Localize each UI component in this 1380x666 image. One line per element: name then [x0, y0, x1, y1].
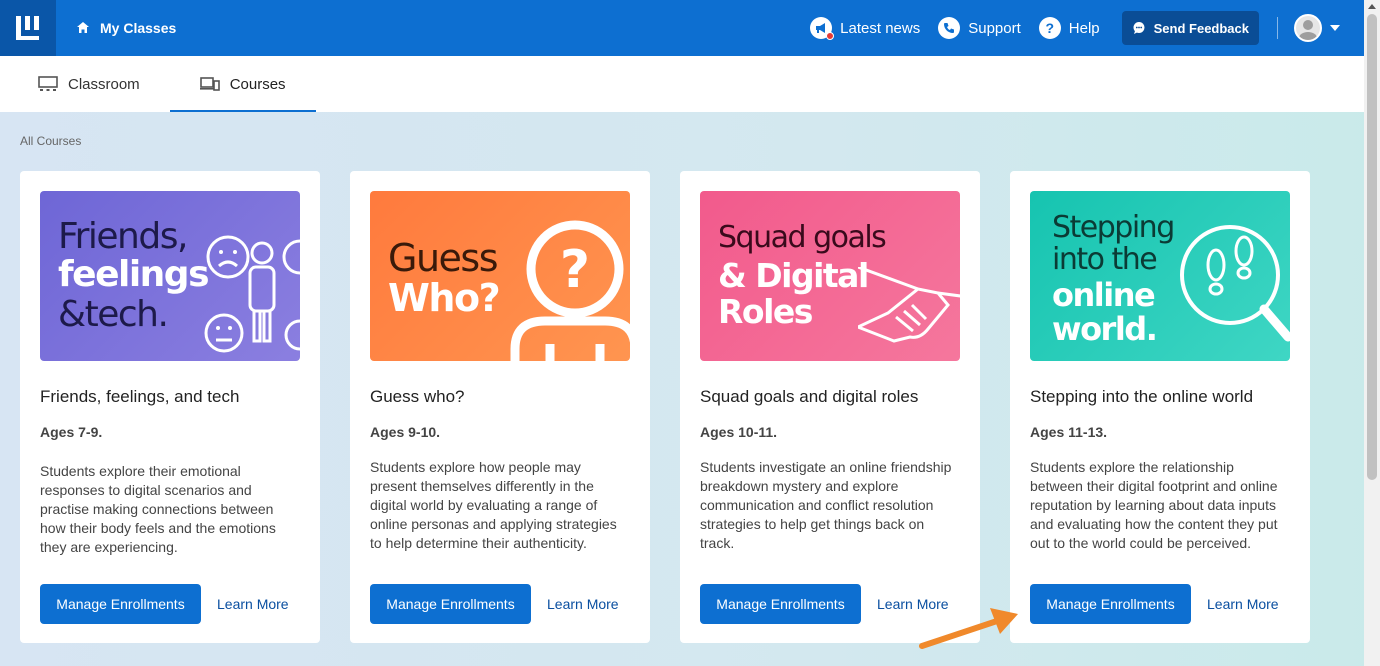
learn-more-link[interactable]: Learn More — [1207, 596, 1279, 612]
annotation-arrow-icon — [919, 608, 1018, 649]
handshake-icon — [858, 267, 960, 343]
manage-enrollments-button[interactable]: Manage Enrollments — [700, 584, 861, 624]
support-link[interactable]: Support — [938, 17, 1021, 39]
banner-line: Squad goals — [718, 220, 887, 255]
banner-line: Friends, — [58, 216, 188, 257]
banner-line: Stepping — [1052, 210, 1175, 245]
course-banner: Stepping into the online world. — [1030, 191, 1290, 361]
manage-enrollments-button[interactable]: Manage Enrollments — [1030, 584, 1191, 624]
logo-icon — [16, 16, 39, 40]
banner-line: world. — [1052, 310, 1158, 348]
course-banner: Guess Who? ? — [370, 191, 630, 361]
home-icon — [77, 22, 89, 33]
classroom-icon — [38, 76, 58, 91]
latest-news-label: Latest news — [840, 19, 921, 37]
course-ages: Ages 11-13. — [1030, 424, 1108, 440]
course-description: Students investigate an online friendshi… — [700, 459, 952, 551]
section-tabs: Classroom Courses — [0, 56, 1364, 112]
magnifier-footprints-icon — [1180, 225, 1290, 342]
banner-line: Guess — [388, 236, 499, 280]
learn-more-link[interactable]: Learn More — [217, 596, 289, 612]
course-card-stepping-online: Stepping into the online world. Stepping… — [1010, 171, 1310, 643]
scroll-thumb[interactable] — [1367, 14, 1377, 480]
course-description: Students explore their emotional respons… — [40, 463, 276, 555]
breadcrumb: All Courses — [20, 134, 82, 148]
banner-line: Who? — [388, 276, 501, 320]
support-label: Support — [968, 19, 1021, 37]
course-title: Guess who? — [370, 387, 465, 406]
top-navigation-bar: My Classes Latest news Support ? Help Se… — [0, 0, 1364, 56]
course-card-guess-who: Guess Who? ? Guess who? Ages 9-10. Stude… — [350, 171, 650, 643]
help-link[interactable]: ? Help — [1038, 17, 1100, 39]
my-classes-link[interactable]: My Classes — [76, 20, 176, 36]
banner-line: &tech. — [58, 294, 169, 335]
user-menu[interactable] — [1294, 14, 1340, 42]
question-person-icon: ? — [510, 220, 630, 361]
tab-classroom[interactable]: Classroom — [0, 56, 170, 112]
latest-news-link[interactable]: Latest news — [810, 17, 921, 40]
emotion-figure-icon — [204, 235, 300, 353]
my-classes-label: My Classes — [100, 20, 177, 36]
banner-line: & Digital — [718, 256, 869, 295]
course-title: Stepping into the online world — [1030, 387, 1254, 406]
course-description: Students explore the relationship betwee… — [1030, 459, 1278, 551]
help-icon: ? — [1038, 17, 1061, 39]
divider — [1277, 17, 1278, 39]
tab-classroom-label: Classroom — [68, 75, 140, 93]
user-icon — [1299, 20, 1317, 40]
course-banner: Friends, feelings &tech. — [40, 191, 300, 361]
course-card-friends-feelings-tech: Friends, feelings &tech. Friends, feelin… — [20, 171, 320, 643]
app-logo[interactable] — [0, 0, 56, 56]
banner-line: feelings — [58, 254, 210, 295]
page-scrollbar[interactable] — [1364, 0, 1380, 666]
course-card-squad-goals: Squad goals & Digital Roles Squad goals … — [680, 171, 980, 643]
tab-courses[interactable]: Courses — [169, 56, 316, 112]
course-ages: Ages 10-11. — [700, 424, 778, 440]
chevron-down-icon — [1330, 25, 1340, 31]
svg-text:?: ? — [560, 240, 590, 300]
send-feedback-button[interactable]: Send Feedback — [1121, 11, 1259, 45]
course-banner: Squad goals & Digital Roles — [700, 191, 960, 361]
megaphone-icon — [810, 17, 835, 40]
learn-more-link[interactable]: Learn More — [547, 596, 619, 612]
course-title: Squad goals and digital roles — [700, 387, 919, 406]
scroll-up-icon[interactable] — [1368, 4, 1376, 9]
tab-courses-label: Courses — [229, 75, 286, 93]
avatar — [1294, 14, 1322, 42]
course-ages: Ages 7-9. — [40, 424, 103, 440]
manage-enrollments-button[interactable]: Manage Enrollments — [40, 584, 201, 624]
banner-line: Roles — [718, 292, 813, 331]
send-feedback-label: Send Feedback — [1153, 20, 1249, 36]
manage-enrollments-button[interactable]: Manage Enrollments — [370, 584, 531, 624]
course-title: Friends, feelings, and tech — [40, 387, 240, 406]
phone-icon — [938, 17, 961, 39]
help-label: Help — [1068, 19, 1100, 37]
course-ages: Ages 9-10. — [370, 424, 441, 440]
notification-dot — [826, 32, 835, 40]
banner-line: online — [1052, 276, 1156, 314]
devices-icon — [199, 77, 220, 91]
course-description: Students explore how people may present … — [370, 459, 617, 551]
chat-bubble-icon — [1133, 22, 1145, 34]
banner-line: into the — [1052, 242, 1158, 277]
